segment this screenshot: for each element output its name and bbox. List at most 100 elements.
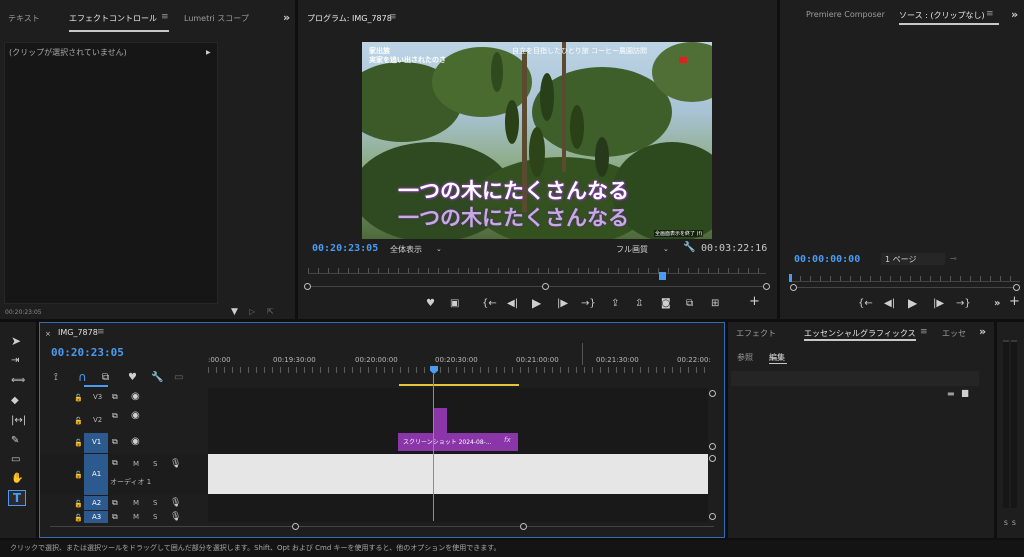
vertical-scroll-handle[interactable] <box>709 513 716 520</box>
safe-margins-icon[interactable]: ▣ <box>450 299 459 309</box>
scroll-handle-left[interactable] <box>790 284 797 291</box>
tab-premiere-composer[interactable]: Premiere Composer <box>806 10 885 19</box>
zoom-select[interactable]: 全体表示 <box>390 244 422 255</box>
tab-essential-graphics[interactable]: エッセンシャルグラフィックス <box>804 328 916 339</box>
sync-lock-icon[interactable]: ⧉ <box>112 411 118 421</box>
menu-icon[interactable]: ≡ <box>97 327 105 337</box>
track-label-v3[interactable]: V3 <box>93 393 102 401</box>
track-label-a1[interactable]: A1 <box>92 470 101 478</box>
new-layer-icon[interactable]: ▆ <box>962 388 968 398</box>
tab-source[interactable]: ソース : (クリップなし) <box>899 10 985 21</box>
add-button-icon[interactable]: + <box>1009 295 1020 308</box>
rectangle-tool-icon[interactable]: ▭ <box>11 455 20 465</box>
add-button-icon[interactable]: + <box>749 295 760 308</box>
step-forward-icon[interactable]: |▶ <box>933 299 944 309</box>
work-area-bar[interactable] <box>399 384 519 386</box>
track-select-tool-icon[interactable]: ⇥ <box>11 356 19 366</box>
sync-lock-icon[interactable]: ⧉ <box>112 458 118 468</box>
timeline-ruler[interactable]: :00:00 00:19:30:00 00:20:00:00 00:20:30:… <box>208 343 711 375</box>
subtab-edit[interactable]: 編集 <box>769 352 785 363</box>
lock-icon[interactable]: 🔓 <box>74 513 83 523</box>
type-tool-icon[interactable]: T <box>8 490 26 506</box>
track-label-a3[interactable]: A3 <box>92 513 101 521</box>
fx-badge[interactable]: fx <box>504 436 511 444</box>
program-current-timecode[interactable]: 00:20:23:05 <box>312 243 378 254</box>
source-zoom-scrollbar[interactable] <box>794 287 1016 288</box>
slip-tool-icon[interactable]: |↔| <box>11 416 26 426</box>
go-to-in-icon[interactable]: {← <box>858 299 873 309</box>
microphone-icon[interactable]: 🎙 <box>170 459 181 469</box>
program-playhead[interactable] <box>659 272 666 280</box>
meter-solo-left[interactable]: S <box>1004 520 1008 527</box>
eye-icon[interactable]: ◉ <box>131 392 140 402</box>
folder-icon[interactable]: ▬ <box>947 389 955 399</box>
scroll-handle-right[interactable] <box>1013 284 1020 291</box>
filter-icon[interactable]: ▼ <box>231 307 238 317</box>
program-title[interactable]: プログラム: IMG_7878 <box>307 13 392 24</box>
lock-icon[interactable]: 🔓 <box>74 393 83 403</box>
play-icon[interactable]: ▶ <box>206 48 211 58</box>
snap-icon[interactable]: ∩ <box>78 371 87 383</box>
lift-icon[interactable]: ⇪ <box>611 299 619 309</box>
add-marker-icon[interactable]: ♥ <box>426 299 435 309</box>
lock-icon[interactable]: 🔓 <box>74 416 83 426</box>
selection-tool-icon[interactable]: ➤ <box>11 335 21 347</box>
track-label-a2[interactable]: A2 <box>92 499 101 507</box>
clip-v2[interactable] <box>433 408 447 433</box>
track-label-v1[interactable]: V1 <box>92 438 101 446</box>
tab-effect-controls[interactable]: エフェクトコントロール <box>69 13 157 24</box>
solo-button[interactable]: S <box>153 460 157 468</box>
sequence-tab[interactable]: IMG_7878 <box>58 328 98 337</box>
vertical-scroll-handle[interactable] <box>709 390 716 397</box>
go-to-in-icon[interactable]: {← <box>482 299 497 309</box>
program-zoom-scrollbar[interactable] <box>308 286 766 287</box>
sync-lock-icon[interactable]: ⧉ <box>112 512 118 522</box>
microphone-icon[interactable]: 🎙 <box>170 498 181 508</box>
menu-icon[interactable]: ≡ <box>986 9 994 19</box>
go-to-out-icon[interactable]: →} <box>581 299 596 309</box>
mute-button[interactable]: M <box>133 499 139 507</box>
play-only-icon[interactable]: ▷ <box>249 307 255 317</box>
razor-tool-icon[interactable]: ◆ <box>11 396 19 406</box>
comparison-view-icon[interactable]: ⧉ <box>686 299 693 309</box>
pen-tool-icon[interactable]: ✎ <box>11 436 19 446</box>
more-tabs-icon[interactable]: » <box>979 325 986 338</box>
mute-button[interactable]: M <box>133 460 139 468</box>
play-icon[interactable]: ▶ <box>908 297 917 309</box>
vertical-scroll-handle[interactable] <box>709 455 716 462</box>
scroll-handle-right[interactable] <box>520 523 527 530</box>
captions-icon[interactable]: ▭ <box>174 373 183 383</box>
eye-icon[interactable]: ◉ <box>131 437 140 447</box>
tab-essential-sound[interactable]: エッセ <box>942 328 966 339</box>
extract-icon[interactable]: ⇫ <box>635 299 643 309</box>
menu-icon[interactable]: ≡ <box>920 327 928 337</box>
timeline-settings-icon[interactable]: 🔧 <box>151 373 163 383</box>
ripple-edit-tool-icon[interactable]: ⟺ <box>11 376 25 386</box>
mute-button[interactable]: M <box>133 513 139 521</box>
quality-select[interactable]: フル画質 <box>616 244 648 255</box>
clip-v1[interactable]: スクリーンショット 2024-08-... fx <box>398 433 518 451</box>
sync-lock-icon[interactable]: ⧉ <box>112 437 118 447</box>
settings-icon[interactable]: ⊸ <box>950 254 957 264</box>
export-icon[interactable]: ⇱ <box>267 307 274 317</box>
menu-icon[interactable]: ≡ <box>389 12 397 22</box>
lock-icon[interactable]: 🔓 <box>74 470 83 480</box>
tab-effects[interactable]: エフェクト <box>736 328 776 339</box>
close-icon[interactable]: × <box>45 329 51 339</box>
clip-a1[interactable] <box>208 454 708 494</box>
page-select[interactable]: 1 ページ <box>881 253 945 265</box>
scroll-handle-left[interactable] <box>304 283 311 290</box>
solo-button[interactable]: S <box>153 499 157 507</box>
vr-video-icon[interactable]: ⊞ <box>711 299 719 309</box>
scroll-handle-left[interactable] <box>292 523 299 530</box>
vertical-scroll-handle[interactable] <box>709 443 716 450</box>
step-forward-icon[interactable]: |▶ <box>557 299 568 309</box>
step-back-icon[interactable]: ◀| <box>884 299 895 309</box>
subtab-browse[interactable]: 参照 <box>737 352 753 363</box>
nest-icon[interactable]: ⟟ <box>54 373 58 383</box>
lock-icon[interactable]: 🔓 <box>74 438 83 448</box>
add-marker-icon[interactable]: ♥ <box>128 373 137 383</box>
more-tabs-icon[interactable]: » <box>1011 8 1018 21</box>
hand-tool-icon[interactable]: ✋ <box>11 474 23 484</box>
tab-text[interactable]: テキスト <box>8 13 40 24</box>
